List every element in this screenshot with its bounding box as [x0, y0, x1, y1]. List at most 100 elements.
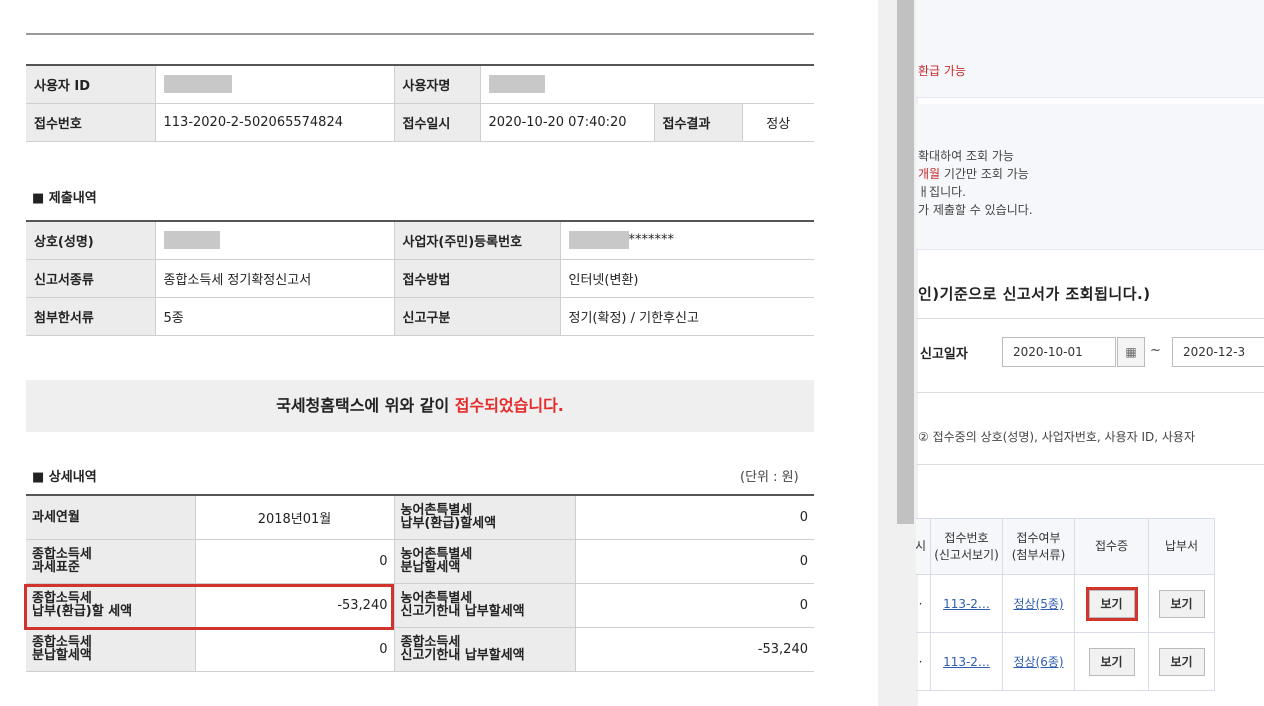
biz-no-value: ******* — [559, 220, 814, 260]
view-payment-button[interactable]: 보기 — [1158, 589, 1205, 618]
row-cell: · — [916, 632, 931, 691]
receipt-pane: 사용자 ID 사용자명 접수번호 113-2020-2-502065574824… — [0, 0, 878, 706]
masked-company — [163, 231, 220, 250]
receipt-cell: 보기 — [1074, 632, 1149, 691]
banner-highlight: 접수되었습니다. — [454, 396, 564, 415]
info-line: ㅐ집니다. — [918, 185, 966, 199]
detail-table: 과세연월 2018년01월 농어촌특별세 납부(환급)할세액 0 종합소득세 과세표… — [26, 494, 814, 672]
status-link[interactable]: 정상(5종) — [1013, 597, 1063, 611]
method-label: 접수방법 — [393, 258, 560, 298]
top-divider — [26, 33, 814, 35]
col-header-receipt: 접수증 — [1074, 518, 1149, 575]
detail-left-label: 과세연월 — [26, 494, 196, 540]
receipt-list-table: 시 접수번호 (신고서보기) 접수여부 (첨부서류) 접수증 납부서 · 113… — [916, 518, 1215, 691]
divider — [916, 392, 1264, 393]
masked-user-id — [163, 75, 232, 94]
detail-right-label: 종합소득세 신고기한내 납부할세액 — [393, 626, 576, 672]
col-header-receipt-no: 접수번호 (신고서보기) — [930, 518, 1003, 575]
date-to-input[interactable]: 2020-12-3 — [1172, 337, 1264, 367]
table-row: · 113-2… 정상(6종) 보기 보기 — [916, 632, 1215, 691]
info-line: 확대하여 조회 가능 — [918, 149, 1014, 163]
highlight-box-tax-refund — [24, 584, 394, 630]
detail-right-value: 0 — [574, 538, 814, 584]
receipt-time-value: 2020-10-20 07:40:20 — [479, 102, 654, 142]
scrollbar-thumb[interactable] — [897, 0, 914, 524]
user-name-label: 사용자명 — [393, 64, 480, 104]
search-note: ② 접수중의 상호(성명), 사업자번호, 사용자 ID, 사용자 — [918, 430, 1195, 444]
receipt-no-cell: 113-2… — [930, 574, 1003, 633]
date-label: 신고일자 — [920, 347, 968, 362]
col-header: 시 — [916, 518, 931, 575]
table-row: · 113-2… 정상(5종) 보기 보기 — [916, 574, 1215, 633]
masked-user-name — [488, 75, 545, 94]
detail-row: 종합소득세 분납할세액 0 종합소득세 신고기한내 납부할세액 -53,240 — [26, 626, 814, 672]
category-label: 신고구분 — [393, 296, 560, 336]
payment-cell: 보기 — [1148, 632, 1215, 691]
view-receipt-button[interactable]: 보기 — [1085, 586, 1138, 621]
divider — [916, 464, 1264, 465]
col-header-payment: 납부서 — [1148, 518, 1215, 575]
detail-right-value: 0 — [574, 494, 814, 540]
detail-left-value: 0 — [194, 626, 395, 672]
receipt-no-link[interactable]: 113-2… — [943, 597, 990, 611]
receipt-result-label: 접수결과 — [653, 102, 742, 142]
attach-value: 5종 — [154, 296, 394, 336]
scrollbar-track[interactable] — [878, 0, 918, 706]
detail-right-label: 농어촌특별세 납부(환급)할세액 — [393, 494, 576, 540]
detail-title: ■ 상세내역 — [32, 470, 97, 485]
notice-box-1: 환급 가능 — [916, 0, 1264, 98]
date-from-input[interactable]: 2020-10-01 — [1002, 337, 1116, 367]
date-range-separator: ~ — [1150, 343, 1161, 358]
detail-right-label: 농어촌특별세 분납할세액 — [393, 538, 576, 584]
status-cell: 정상(5종) — [1002, 574, 1075, 633]
refund-note: 환급 가능 — [918, 64, 966, 78]
detail-right-label: 농어촌특별세 신고기한내 납부할세액 — [393, 582, 576, 628]
detail-left-label: 종합소득세 분납할세액 — [26, 626, 196, 672]
table-header-row: 시 접수번호 (신고서보기) 접수여부 (첨부서류) 접수증 납부서 — [916, 518, 1215, 575]
method-value: 인터넷(변환) — [559, 258, 814, 298]
list-pane-content: 환급 가능 확대하여 조회 가능 개월 기간만 조회 가능 ㅐ집니다. 가 제출… — [916, 0, 1264, 706]
detail-row: 종합소득세 과세표준 0 농어촌특별세 분납할세액 0 — [26, 538, 814, 584]
notice-box-2: 확대하여 조회 가능 개월 기간만 조회 가능 ㅐ집니다. 가 제출할 수 있습… — [916, 104, 1264, 250]
receipt-result-value: 정상 — [741, 102, 814, 142]
user-id-value — [154, 64, 394, 104]
receipt-no-label: 접수번호 — [26, 102, 155, 142]
col-header-status: 접수여부 (첨부서류) — [1002, 518, 1075, 575]
category-value: 정기(확정) / 기한후신고 — [559, 296, 814, 336]
list-pane: 환급 가능 확대하여 조회 가능 개월 기간만 조회 가능 ㅐ집니다. 가 제출… — [878, 0, 1264, 706]
biz-no-label: 사업자(주민)등록번호 — [393, 220, 560, 260]
info-line: 개월 기간만 조회 가능 — [918, 167, 1029, 181]
receipt-info-table: 사용자 ID 사용자명 접수번호 113-2020-2-502065574824… — [26, 64, 814, 142]
submission-title: ■ 제출내역 — [32, 191, 97, 206]
row-cell: · — [916, 574, 931, 633]
info-line: 가 제출할 수 있습니다. — [918, 203, 1033, 217]
receipt-complete-banner: 국세청홈택스에 위와 같이 접수되었습니다. — [26, 380, 814, 432]
user-name-value — [479, 64, 814, 104]
report-type-value: 종합소득세 정기확정신고서 — [154, 258, 394, 298]
company-value — [154, 220, 394, 260]
detail-row: 과세연월 2018년01월 농어촌특별세 납부(환급)할세액 0 — [26, 494, 814, 540]
payment-cell: 보기 — [1148, 574, 1215, 633]
receipt-no-link[interactable]: 113-2… — [943, 655, 990, 669]
biz-no-mask-stars: ******* — [628, 232, 675, 248]
receipt-no-cell: 113-2… — [930, 632, 1003, 691]
banner-text: 국세청홈택스에 위와 같이 — [276, 396, 455, 415]
attach-label: 첨부한서류 — [26, 296, 155, 336]
detail-left-value: 2018년01월 — [194, 494, 395, 540]
status-cell: 정상(6종) — [1002, 632, 1075, 691]
receipt-cell: 보기 — [1074, 574, 1149, 633]
submission-table: 상호(성명) 사업자(주민)등록번호 ******* 신고서종류 종합소득세 정… — [26, 220, 814, 336]
view-receipt-button[interactable]: 보기 — [1088, 647, 1135, 676]
receipt-time-label: 접수일시 — [393, 102, 480, 142]
calendar-icon[interactable]: ▦ — [1117, 337, 1145, 367]
status-link[interactable]: 정상(6종) — [1013, 655, 1063, 669]
detail-left-label: 종합소득세 과세표준 — [26, 538, 196, 584]
detail-right-value: -53,240 — [574, 626, 814, 672]
detail-left-value: 0 — [194, 538, 395, 584]
company-label: 상호(성명) — [26, 220, 155, 260]
view-payment-button[interactable]: 보기 — [1158, 647, 1205, 676]
masked-biz-no — [568, 231, 629, 250]
unit-label: (단위 : 원) — [740, 470, 799, 485]
detail-right-value: 0 — [574, 582, 814, 628]
report-type-label: 신고서종류 — [26, 258, 155, 298]
